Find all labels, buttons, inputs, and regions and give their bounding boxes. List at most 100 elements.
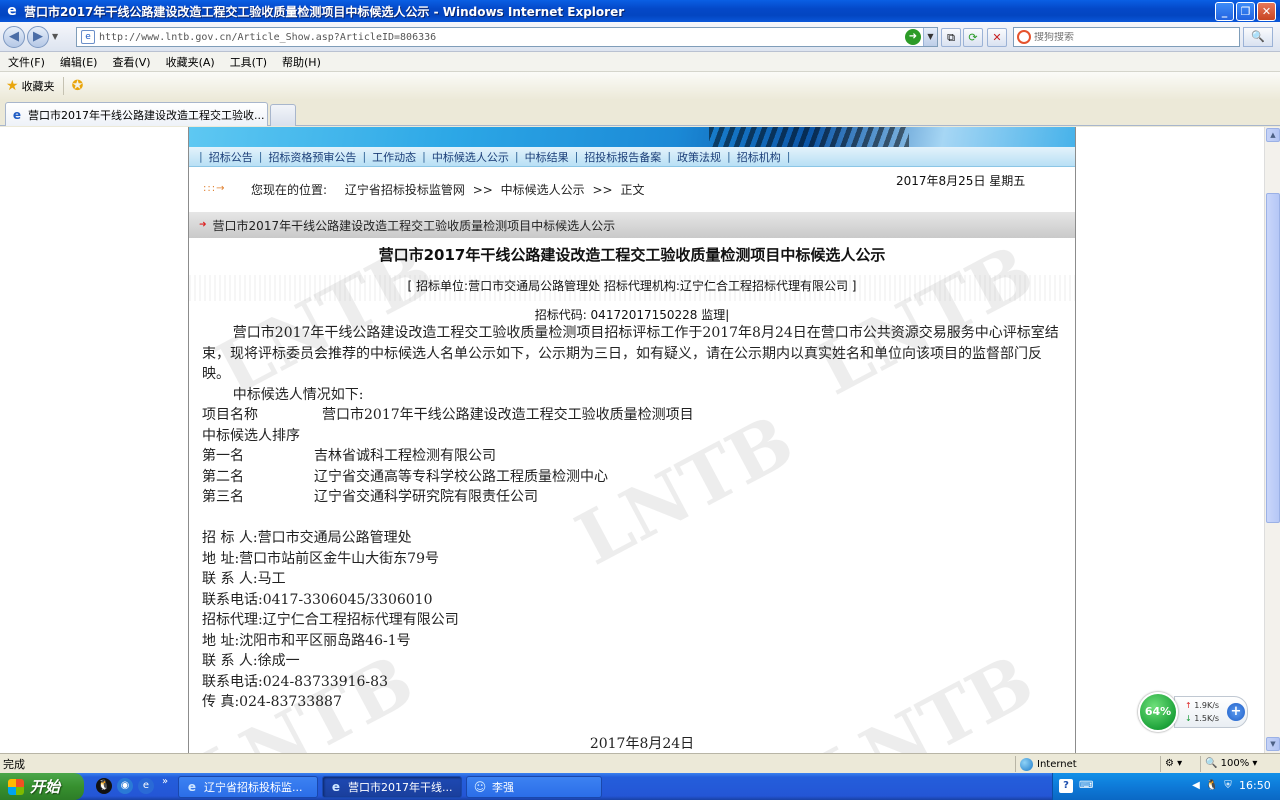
qq-tray-icon[interactable]: 🐧 <box>1205 779 1219 793</box>
nav-work-news[interactable]: 工作动态 <box>372 149 416 165</box>
breadcrumb-home[interactable]: 辽宁省招标投标监管网 <box>345 183 465 197</box>
input-tray-icon[interactable]: ⌨ <box>1079 779 1093 793</box>
article-intro: 营口市2017年干线公路建设改造工程交工验收质量检测项目招标评标工作于2017年… <box>202 325 1059 382</box>
breadcrumb-sep: >> <box>472 183 493 197</box>
menu-favorites[interactable]: 收藏夹(A) <box>166 54 215 70</box>
nav-prequalification[interactable]: 招标资格预审公告 <box>268 149 356 165</box>
stop-button[interactable]: ✕ <box>987 28 1007 47</box>
down-arrow-icon: ↓ <box>1185 714 1192 723</box>
close-button[interactable]: ✕ <box>1257 1 1276 21</box>
taskbar-item-chat[interactable]: ☺ 李强 <box>466 776 602 798</box>
menu-help[interactable]: 帮助(H) <box>282 54 321 70</box>
contact-line: 地 址:营口市站前区金牛山大街东79号 <box>202 550 439 567</box>
qq-icon[interactable]: 🐧 <box>96 778 112 794</box>
tab-bar: e 营口市2017年干线公路建设改造工程交工验收... <box>0 100 1280 126</box>
taskbar-item-yingkou[interactable]: e 营口市2017年干线... <box>322 776 462 798</box>
nav-candidate-notice[interactable]: 中标候选人公示 <box>432 149 509 165</box>
add-favorite-icon[interactable]: ✪ <box>72 78 84 94</box>
start-button[interactable]: 开始 <box>0 773 84 800</box>
network-speed-widget[interactable]: ↑ 1.9K/s ↓ 1.5K/s + 64% <box>1138 692 1250 732</box>
menu-file[interactable]: 文件(F) <box>8 54 45 70</box>
nav-bid-notice[interactable]: 招标公告 <box>209 149 253 165</box>
article-code: 招标代码: 04172017150228 监理| <box>534 308 730 322</box>
article-meta: [ 招标单位:营口市交通局公路管理处 招标代理机构:辽宁仁合工程招标代理有限公司… <box>407 279 857 293</box>
status-bar: 完成 Internet ⚙ ▾ 🔍 100% ▾ <box>0 753 1280 773</box>
url-text[interactable]: http://www.lntb.gov.cn/Article_Show.asp?… <box>99 32 905 43</box>
compatibility-view-button[interactable]: ⧉ <box>941 28 961 47</box>
menu-edit[interactable]: 编辑(E) <box>60 54 98 70</box>
tab-title: 营口市2017年干线公路建设改造工程交工验收... <box>28 108 265 122</box>
breadcrumb-current: 正文 <box>620 183 645 197</box>
address-bar[interactable]: e http://www.lntb.gov.cn/Article_Show.as… <box>76 27 938 47</box>
favorites-star-icon[interactable]: ★ <box>6 78 19 94</box>
menu-tools[interactable]: 工具(T) <box>230 54 267 70</box>
taskbar-item-lntb[interactable]: e 辽宁省招标投标监... <box>178 776 318 798</box>
site-page: | 招标公告 | 招标资格预审公告 | 工作动态 | 中标候选人公示 | 中标结果 | 招投… <box>188 127 1076 753</box>
nav-agencies[interactable]: 招标机构 <box>737 149 781 165</box>
download-speed: ↓ 1.5K/s <box>1185 714 1220 723</box>
article-date: 2017年8月24日 <box>589 736 695 752</box>
shield-tray-icon[interactable]: ⛨ <box>1221 779 1235 793</box>
new-tab-button[interactable] <box>270 104 296 126</box>
nav-report-filing[interactable]: 招投标报告备案 <box>584 149 661 165</box>
section-title-bar: ➜ 营口市2017年干线公路建设改造工程交工验收质量检测项目中标候选人公示 <box>189 212 1075 238</box>
browser-quicklaunch-icon[interactable]: ◉ <box>117 778 133 794</box>
red-arrow-icon: ➜ <box>199 220 207 230</box>
sogou-logo-icon <box>1017 30 1031 44</box>
menu-view[interactable]: 查看(V) <box>112 54 150 70</box>
contact-line: 地 址:沈阳市和平区丽岛路46-1号 <box>202 632 411 649</box>
scroll-down-icon[interactable]: ▼ <box>1266 737 1280 751</box>
article-body: 营口市2017年干线公路建设改造工程交工验收质量检测项目招标评标工作于2017年… <box>202 323 1064 713</box>
menu-bar: 文件(F) 编辑(E) 查看(V) 收藏夹(A) 工具(T) 帮助(H) <box>0 52 1280 72</box>
refresh-button[interactable]: ⟳ <box>963 28 983 47</box>
contact-line: 联系电话:0417-3306045/3306010 <box>202 591 433 608</box>
address-toolbar: ◀ ▶ ▼ e http://www.lntb.gov.cn/Article_S… <box>0 22 1280 52</box>
contact-line: 联 系 人:徐成一 <box>202 653 300 669</box>
quicklaunch-more-icon[interactable]: » <box>162 776 168 787</box>
taskbar: 开始 🐧 ◉ e » e 辽宁省招标投标监... e 营口市2017年干线...… <box>0 773 1280 800</box>
accelerate-plus-icon[interactable]: + <box>1227 703 1245 721</box>
refresh-go-icon[interactable]: ➜ <box>905 29 921 45</box>
search-button[interactable]: 🔍 <box>1243 27 1273 47</box>
zoom-level[interactable]: 🔍 100% ▾ <box>1200 756 1257 772</box>
vertical-scrollbar[interactable]: ▲ ▼ <box>1264 127 1280 753</box>
ranking-label: 中标候选人排序 <box>202 427 300 444</box>
ie-icon: e <box>7 3 17 19</box>
location-label: 您现在的位置: <box>251 183 328 197</box>
window-title-bar[interactable]: e 营口市2017年干线公路建设改造工程交工验收质量检测项目中标候选人公示 - … <box>0 0 1280 22</box>
favorites-bar: ★ 收藏夹 ✪ <box>0 72 1280 100</box>
nav-policies[interactable]: 政策法规 <box>677 149 721 165</box>
breadcrumb-section[interactable]: 中标候选人公示 <box>501 183 585 197</box>
search-input[interactable] <box>1034 31 1224 43</box>
search-box[interactable] <box>1013 27 1240 47</box>
ie-tab-icon: e <box>12 107 22 122</box>
candidate-row: 第二名 辽宁省交通高等专科学校公路工程质量检测中心 <box>202 467 1064 488</box>
favorites-button[interactable]: 收藏夹 <box>22 78 55 94</box>
tab-current-page[interactable]: e 营口市2017年干线公路建设改造工程交工验收... <box>5 102 268 126</box>
address-dropdown-icon[interactable]: ▼ <box>923 28 937 46</box>
memory-percent[interactable]: 64% <box>1138 692 1178 732</box>
candidates-intro: 中标候选人情况如下: <box>232 386 364 403</box>
candidate-rank: 第三名 <box>202 489 244 505</box>
nav-bid-results[interactable]: 中标结果 <box>525 149 569 165</box>
forward-button[interactable]: ▶ <box>27 25 49 48</box>
contact-line: 联系电话:024-83733916-83 <box>202 673 388 690</box>
protected-mode-icon[interactable]: ⚙ ▾ <box>1160 756 1198 772</box>
ie-quicklaunch-icon[interactable]: e <box>138 778 154 794</box>
candidate-row: 第一名 吉林省诚科工程检测有限公司 <box>202 446 1064 467</box>
restore-button[interactable]: ❐ <box>1236 1 1255 21</box>
history-dropdown-icon[interactable]: ▼ <box>52 32 62 41</box>
contact-line: 招标代理:辽宁仁合工程招标代理有限公司 <box>202 612 459 628</box>
window-title: 营口市2017年干线公路建设改造工程交工验收质量检测项目中标候选人公示 - Wi… <box>24 4 625 19</box>
minimize-button[interactable]: _ <box>1215 1 1234 21</box>
help-tray-icon[interactable]: ? <box>1059 779 1073 793</box>
back-button[interactable]: ◀ <box>3 25 25 48</box>
scroll-up-icon[interactable]: ▲ <box>1266 128 1280 142</box>
location-arrow-icon: :::→ <box>203 183 226 194</box>
security-zone[interactable]: Internet <box>1015 756 1077 772</box>
location-row: :::→ 您现在的位置: 辽宁省招标投标监管网 >> 中标候选人公示 >> 正文… <box>189 168 1075 208</box>
site-nav: | 招标公告 | 招标资格预审公告 | 工作动态 | 中标候选人公示 | 中标结果 | 招投… <box>189 147 1075 167</box>
contact-line: 联 系 人:马工 <box>202 571 286 587</box>
scroll-thumb[interactable] <box>1266 193 1280 523</box>
volume-tray-icon[interactable]: ◀ <box>1189 779 1203 793</box>
